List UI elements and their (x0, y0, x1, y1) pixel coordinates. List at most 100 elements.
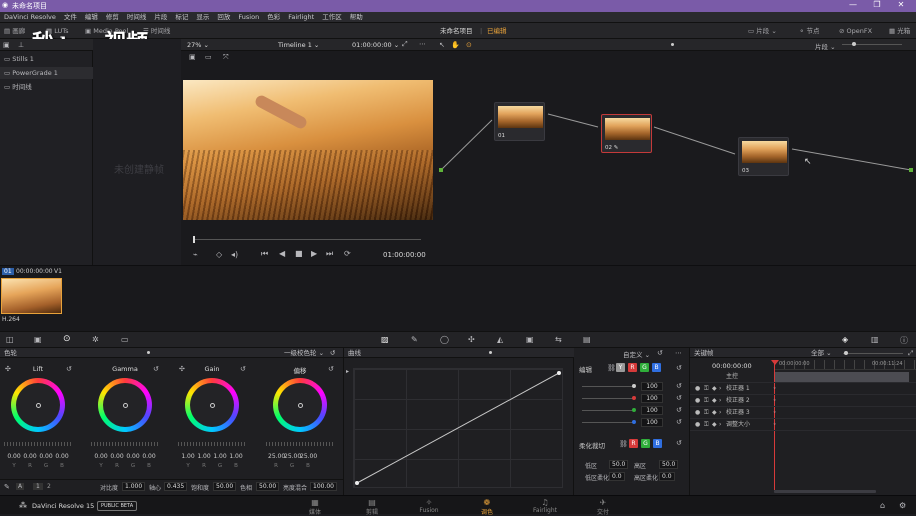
blur-icon[interactable]: ◭ (497, 335, 503, 344)
reset-icon[interactable]: ↺ (676, 394, 682, 402)
page-dot[interactable] (489, 351, 492, 354)
output-port[interactable] (909, 168, 913, 172)
enable-dot-icon[interactable]: ● (695, 395, 700, 407)
reset-icon[interactable]: ↺ (153, 365, 159, 373)
video-frame[interactable] (183, 80, 433, 220)
clip-menu-button[interactable]: ▭ 片段 ⌄ (748, 25, 777, 37)
reset-icon[interactable]: ↺ (676, 418, 682, 426)
enable-dot-icon[interactable]: ● (695, 419, 700, 431)
high-value[interactable]: 50.0 (659, 460, 679, 469)
r-intensity-handle[interactable] (632, 396, 636, 400)
keyframe-marker[interactable]: ◦ (773, 419, 777, 431)
loop-icon[interactable]: ⟳ (344, 249, 351, 258)
wipe-icon[interactable]: ⤧ (223, 53, 229, 62)
last-frame-icon[interactable]: ⏭ (326, 249, 333, 259)
expand-arrow-icon[interactable]: › (719, 395, 721, 407)
reset-icon[interactable]: ↺ (676, 382, 682, 390)
reset-icon[interactable]: ↺ (66, 365, 72, 373)
gallery-button[interactable]: ▤ 画廊 (4, 25, 25, 37)
play-icon[interactable]: ▶ (311, 249, 317, 258)
y-intensity-slider[interactable] (582, 386, 634, 387)
wheel-handle[interactable] (298, 403, 303, 408)
split-view-icon[interactable]: ▭ (205, 53, 212, 61)
node-01[interactable]: 01 (494, 102, 545, 141)
audio-icon[interactable]: ◂) (231, 250, 238, 259)
color-match-icon[interactable]: ▣ (34, 335, 42, 344)
b-intensity-slider[interactable] (582, 422, 634, 423)
keyframe-row-corrector-1[interactable]: ● ⚿ ◆ › 校正器 1 ◦ (690, 383, 916, 395)
album-timelines[interactable]: ▭ 时间线 (0, 81, 93, 93)
r-intensity-value[interactable]: 100 (641, 394, 663, 403)
page-deliver[interactable]: ✈ 交付 (583, 498, 623, 516)
menu-playback[interactable]: 回放 (213, 12, 234, 23)
album-powergrade-1[interactable]: ▭ PowerGrade 1 (0, 67, 93, 79)
motion-effects-icon[interactable]: ▭ (121, 335, 129, 344)
g-intensity-handle[interactable] (632, 408, 636, 412)
master-wheel[interactable] (178, 442, 246, 446)
channel-r-toggle[interactable]: R (628, 363, 637, 372)
curve-options-icon[interactable]: ⋯ (675, 349, 682, 357)
menu-file[interactable]: 文件 (60, 12, 81, 23)
b-intensity-handle[interactable] (632, 420, 636, 424)
node-03[interactable]: 03 (738, 137, 789, 176)
camera-raw-icon[interactable]: ◫ (6, 335, 14, 344)
curves-icon[interactable]: ▨ (381, 335, 389, 344)
master-wheel[interactable] (91, 442, 159, 446)
auto-balance-icon[interactable]: ✎ (4, 483, 10, 491)
zoom-select[interactable]: 27% ⌄ (187, 41, 209, 49)
node-02[interactable]: 02 ✎ (601, 114, 652, 153)
keyframe-zoom-handle[interactable] (844, 351, 848, 355)
menu-clip[interactable]: 片段 (150, 12, 171, 23)
info-icon[interactable]: ⓘ (900, 335, 908, 346)
page-color[interactable]: ❁ 调色 (467, 498, 507, 516)
settings-gear-icon[interactable]: ⚙ (899, 501, 906, 510)
menu-fairlight[interactable]: Fairlight (284, 12, 318, 23)
window-icon[interactable]: ◯ (440, 335, 449, 344)
auto-button[interactable]: A (16, 483, 25, 490)
page-dot[interactable] (147, 351, 150, 354)
g-intensity-value[interactable]: 100 (641, 406, 663, 415)
reset-icon[interactable]: ↺ (676, 439, 682, 447)
link-icon[interactable]: ⛓ (619, 440, 628, 448)
enable-dot-icon[interactable]: ● (695, 407, 700, 419)
lock-icon[interactable]: ⚿ (704, 395, 709, 407)
b-intensity-value[interactable]: 100 (641, 418, 663, 427)
wheel-handle[interactable] (123, 403, 128, 408)
pivot-value[interactable]: 0.435 (164, 482, 188, 491)
lock-icon[interactable]: ⚿ (704, 407, 709, 419)
page-fusion[interactable]: ✧ Fusion (409, 498, 449, 514)
reset-icon[interactable]: ↺ (676, 364, 682, 372)
scopes-icon[interactable]: ▥ (871, 335, 879, 344)
key-icon[interactable]: ▣ (526, 335, 534, 344)
gamma-wheel[interactable] (98, 378, 152, 432)
keyframe-row-corrector-3[interactable]: ● ⚿ ◆ › 校正器 3 ◦ (690, 407, 916, 419)
source-input-port[interactable] (439, 168, 443, 172)
menu-fusion[interactable]: Fusion (234, 12, 263, 23)
keyframe-scrollbar[interactable] (774, 490, 876, 493)
close-button[interactable]: ✕ (890, 0, 912, 9)
page-media[interactable]: ▦ 媒体 (295, 498, 335, 516)
lock-icon[interactable]: ⚿ (704, 383, 709, 395)
reset-icon[interactable]: ↺ (240, 365, 246, 373)
lift-wheel[interactable] (11, 378, 65, 432)
g-intensity-slider[interactable] (582, 410, 634, 411)
toggle-dot-icon[interactable]: ◆ (712, 407, 717, 419)
soft-clip-b-toggle[interactable]: B (653, 439, 662, 448)
page-fairlight[interactable]: ♫ Fairlight (525, 498, 565, 514)
toggle-dot-icon[interactable]: ◆ (712, 383, 717, 395)
keyframe-marker[interactable]: ◦ (773, 395, 777, 407)
keyframes-icon[interactable]: ◈ (842, 335, 848, 344)
menu-app[interactable]: DaVinci Resolve (0, 12, 60, 23)
qualifier-icon[interactable]: ✎ (411, 335, 418, 344)
highlight-icon[interactable]: ◇ (216, 250, 222, 259)
wheel-mode-select[interactable]: 一级校色轮 ⌄ (284, 348, 324, 358)
timeline-select[interactable]: Timeline 1 ⌄ (278, 41, 319, 49)
channel-g-toggle[interactable]: G (640, 363, 649, 372)
enable-dot-icon[interactable]: ● (695, 383, 700, 395)
curve-graph[interactable] (353, 368, 563, 488)
maximize-button[interactable]: ❐ (866, 0, 888, 9)
y-intensity-handle[interactable] (632, 384, 636, 388)
menu-edit[interactable]: 编辑 (81, 12, 102, 23)
expand-arrow-icon[interactable]: › (719, 407, 721, 419)
home-icon[interactable]: ⌂ (880, 501, 885, 510)
